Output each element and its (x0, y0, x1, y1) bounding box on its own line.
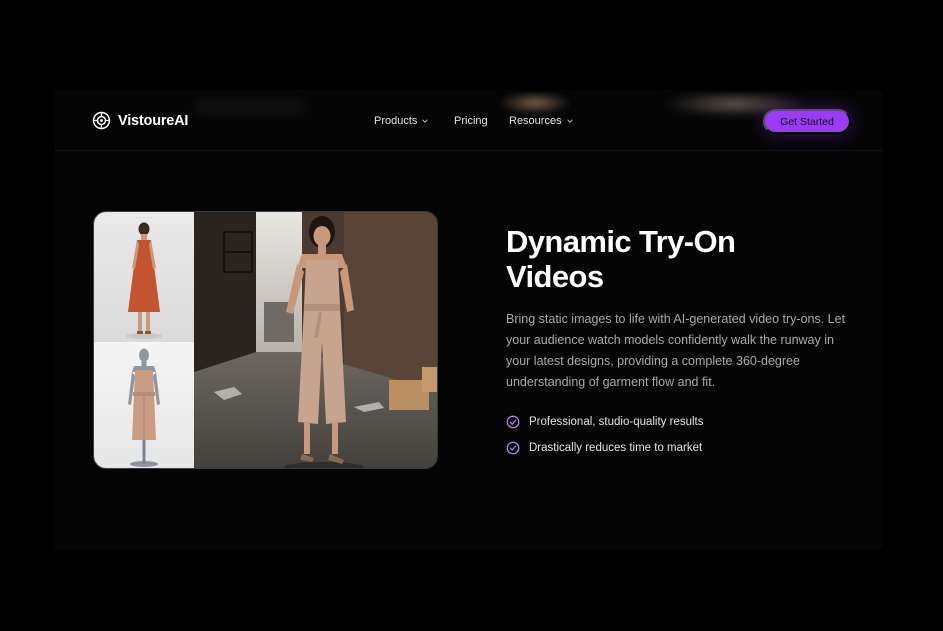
nav-pricing-label: Pricing (454, 115, 488, 127)
section-title-line-2: Videos (506, 259, 604, 294)
feature-item: Professional, studio-quality results (506, 415, 704, 429)
section-title: Dynamic Try-On Videos (506, 224, 836, 294)
model-video-frame-alley (194, 212, 437, 468)
section-title-line-1: Dynamic Try-On (506, 224, 736, 259)
feature-label: Drastically reduces time to market (529, 442, 703, 454)
check-circle-icon (506, 415, 520, 429)
chevron-down-icon (566, 119, 573, 123)
nav-resources-label: Resources (509, 115, 562, 127)
header-divider (55, 150, 883, 151)
check-circle-icon (506, 441, 520, 455)
chevron-down-icon (422, 119, 429, 123)
main-nav: Products Pricing Resources (374, 114, 574, 128)
model-photo-red-dress (94, 212, 194, 342)
brand-logo[interactable]: VistoureAI (92, 111, 188, 130)
section-description: Bring static images to life with AI-gene… (506, 312, 846, 389)
nav-resources[interactable]: Resources (509, 114, 574, 128)
get-started-button[interactable]: Get Started (763, 109, 851, 134)
feature-item: Drastically reduces time to market (506, 441, 702, 455)
mannequin-photo-jumpsuit (94, 342, 194, 468)
brand-name: VistoureAI (118, 112, 189, 129)
try-on-video-preview[interactable] (93, 211, 438, 469)
nav-pricing[interactable]: Pricing (454, 114, 509, 128)
nav-products[interactable]: Products (374, 114, 454, 128)
nav-products-label: Products (374, 115, 418, 127)
feature-label: Professional, studio-quality results (529, 416, 704, 428)
aperture-logo-icon (92, 111, 111, 130)
